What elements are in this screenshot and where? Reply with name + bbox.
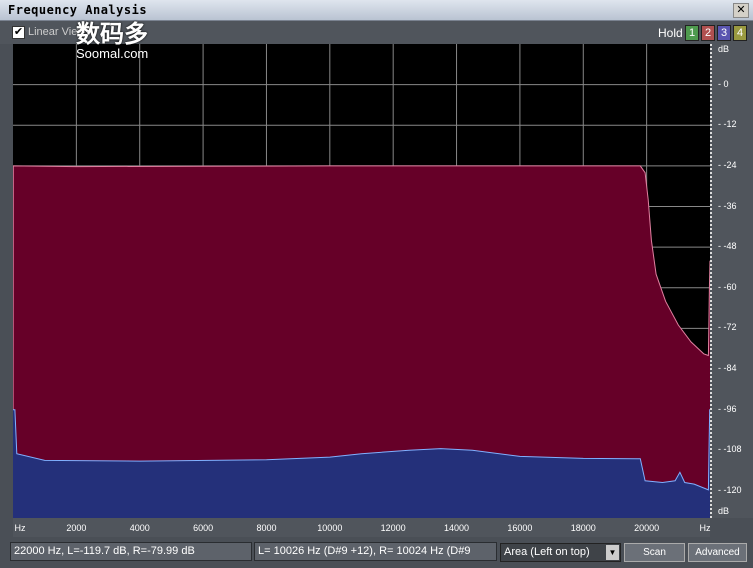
cursor-readout: 22000 Hz, L=-119.7 dB, R=-79.99 dB xyxy=(10,542,252,561)
hold-button-1[interactable]: 1 xyxy=(685,25,699,41)
title-bar: Frequency Analysis ✕ xyxy=(0,0,753,21)
x-tick-label: 18000 xyxy=(570,523,596,533)
hold-button-3[interactable]: 3 xyxy=(717,25,731,41)
x-tick-label: 4000 xyxy=(129,523,150,533)
y-tick-label: - -72 xyxy=(718,322,737,333)
hold-button-2[interactable]: 2 xyxy=(701,25,715,41)
watermark-en: Soomal.com xyxy=(76,46,149,61)
y-tick-label: dB xyxy=(718,506,730,516)
chevron-down-icon[interactable]: ▼ xyxy=(606,545,619,560)
peak-readout: L= 10026 Hz (D#9 +12), R= 10024 Hz (D#9 xyxy=(254,542,497,561)
y-tick-label: - -108 xyxy=(718,444,742,455)
y-tick-label: - -12 xyxy=(718,119,737,130)
display-mode-select[interactable]: Area (Left on top) ▼ xyxy=(500,543,621,562)
y-tick-label: - -36 xyxy=(718,200,737,211)
y-tick-label: - -120 xyxy=(718,484,742,495)
advanced-button[interactable]: Advanced xyxy=(688,543,747,562)
x-tick-label: 12000 xyxy=(380,523,406,533)
x-tick-label: 2000 xyxy=(66,523,87,533)
x-tick-label: 20000 xyxy=(634,523,660,533)
close-icon[interactable]: ✕ xyxy=(733,3,749,18)
x-tick-label: 16000 xyxy=(507,523,533,533)
x-tick-label: Hz xyxy=(14,523,26,533)
x-tick-label: 8000 xyxy=(256,523,277,533)
y-tick-label: - -96 xyxy=(718,403,737,414)
watermark-logo: 数码多 Soomal.com xyxy=(76,21,149,61)
x-tick-label: 6000 xyxy=(193,523,214,533)
window-title: Frequency Analysis xyxy=(8,3,148,17)
hold-button-4[interactable]: 4 xyxy=(733,25,747,41)
y-tick-label: - -24 xyxy=(718,159,737,170)
display-mode-value: Area (Left on top) xyxy=(504,546,590,558)
y-tick-label: - 0 xyxy=(718,78,729,89)
x-tick-label: 10000 xyxy=(317,523,343,533)
y-tick-label: - -48 xyxy=(718,241,737,252)
x-axis: Hz 2000 4000 6000 8000 10000 12000 14000 16000 18… xyxy=(13,518,711,537)
y-tick-label: - -84 xyxy=(718,363,737,374)
hold-label: Hold xyxy=(658,26,683,40)
linear-view-checkbox[interactable]: ✔ xyxy=(12,26,25,39)
x-tick-label: 14000 xyxy=(444,523,470,533)
x-tick-label: Hz xyxy=(699,523,711,533)
scan-button[interactable]: Scan xyxy=(624,543,685,562)
y-tick-label: dB xyxy=(718,44,730,54)
y-tick-label: - -60 xyxy=(718,281,737,292)
spectrum-plot[interactable] xyxy=(13,44,710,518)
watermark-cn: 数码多 xyxy=(76,21,148,48)
y-axis: dB - 0 - -12 - -24 - -36 - -48 - -60 - -72 - -84… xyxy=(710,44,753,518)
